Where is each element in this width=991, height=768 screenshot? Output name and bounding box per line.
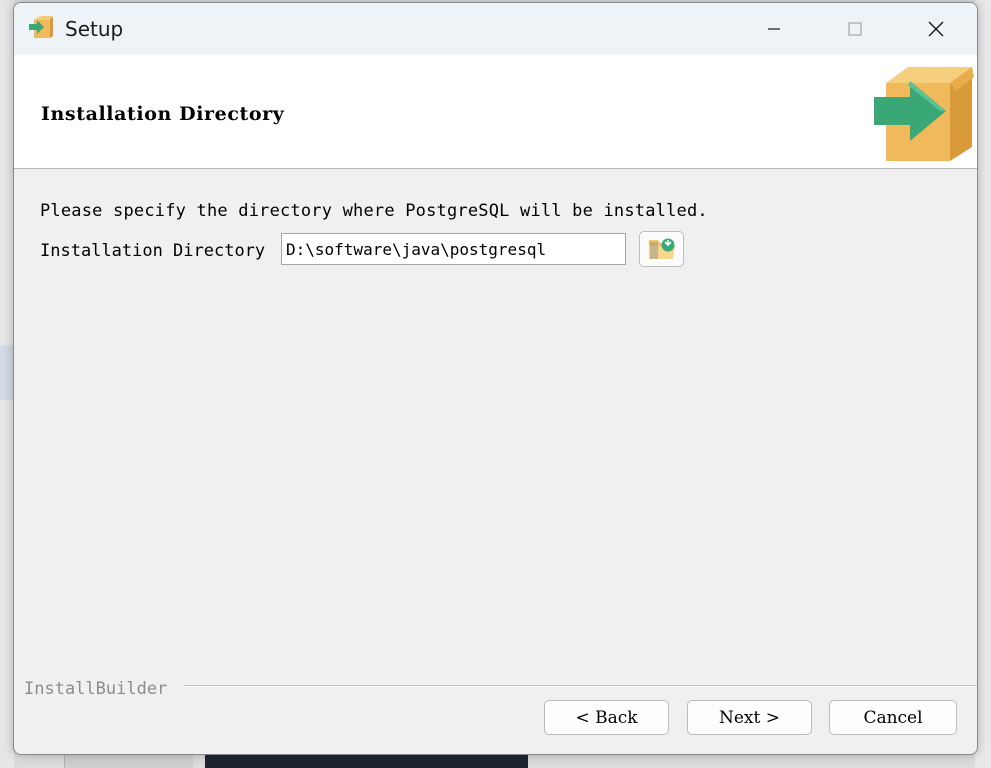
cancel-button[interactable]: Cancel: [829, 700, 957, 735]
footer-divider: [184, 685, 977, 687]
minimize-button[interactable]: [734, 3, 814, 55]
installer-box-icon: [28, 15, 54, 41]
desktop-background-strip: [0, 345, 14, 400]
installation-directory-input[interactable]: [281, 233, 626, 265]
installbuilder-brand: InstallBuilder: [24, 679, 168, 699]
description-text: Please specify the directory where Postg…: [40, 201, 708, 221]
maximize-button[interactable]: [815, 3, 895, 55]
window-title: Setup: [65, 17, 124, 41]
browse-folder-button[interactable]: [639, 231, 684, 267]
minimize-icon: [768, 28, 780, 30]
title-bar[interactable]: Setup: [14, 3, 977, 55]
close-icon: [928, 21, 944, 37]
setup-window: Setup Installation Directory Please spec…: [13, 2, 978, 755]
back-button[interactable]: < Back: [544, 700, 669, 735]
installation-directory-label: Installation Directory: [40, 241, 266, 261]
folder-browse-icon: [648, 238, 675, 259]
desktop-background-left: [0, 0, 14, 768]
page-header: Installation Directory: [14, 55, 977, 169]
next-button[interactable]: Next >: [687, 700, 812, 735]
installer-logo-icon: [872, 63, 974, 163]
page-title: Installation Directory: [41, 103, 285, 125]
close-button[interactable]: [896, 3, 976, 55]
content-area: Please specify the directory where Postg…: [14, 169, 977, 669]
maximize-icon: [848, 22, 862, 36]
